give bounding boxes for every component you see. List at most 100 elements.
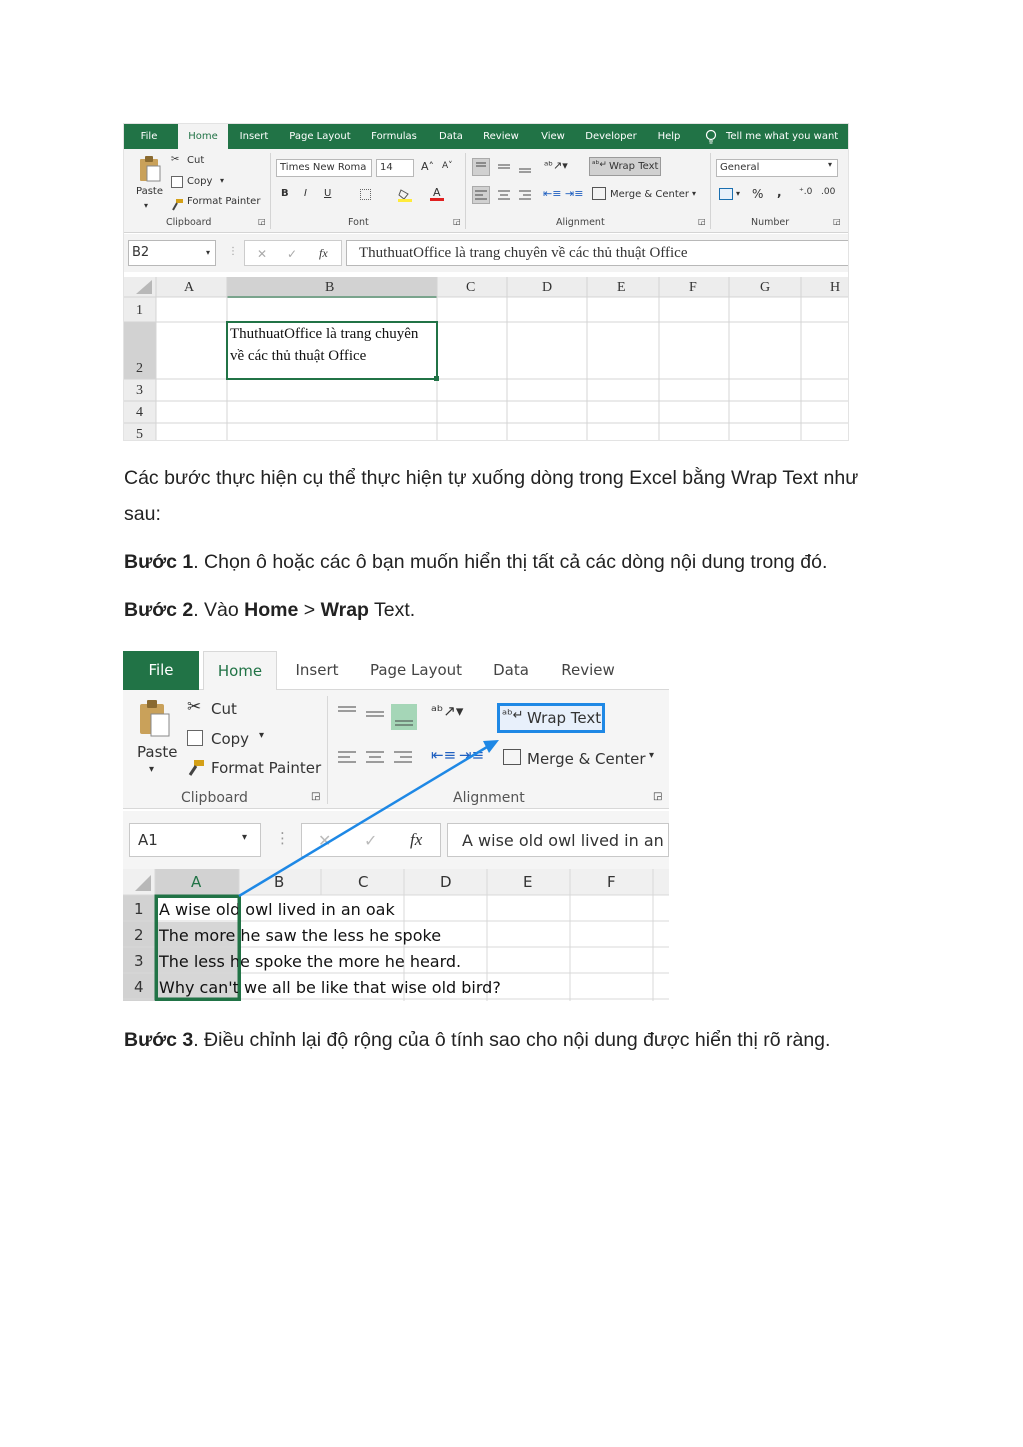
increase-font-icon[interactable]: A˄ <box>421 160 434 173</box>
bottom-align-icon[interactable] <box>516 158 534 176</box>
tab-page-layout[interactable]: Page Layout <box>363 651 469 690</box>
formula-input[interactable]: ThuthuatOffice là trang chuyên về các th… <box>346 240 848 266</box>
paste-dropdown-icon[interactable]: ▾ <box>144 201 148 210</box>
column-header-g[interactable]: G <box>760 280 770 296</box>
cut-button[interactable]: Cut <box>187 155 204 166</box>
copy-button[interactable]: Copy <box>187 176 212 187</box>
wrap-text-button[interactable]: ᵃᵇ↵ Wrap Text <box>589 157 661 176</box>
enter-icon[interactable]: ✓ <box>287 247 297 261</box>
tab-review[interactable]: Review <box>555 651 621 690</box>
tab-page-layout[interactable]: Page Layout <box>282 124 358 149</box>
name-box[interactable]: A1 ▾ <box>129 823 261 857</box>
middle-align-icon[interactable] <box>495 158 513 176</box>
column-header-e[interactable]: E <box>523 873 532 891</box>
align-left-icon[interactable] <box>335 746 359 770</box>
cancel-icon[interactable]: ✕ <box>318 831 331 850</box>
format-painter-button[interactable]: Format Painter <box>211 759 321 777</box>
accounting-format-icon[interactable] <box>719 188 733 200</box>
orientation-icon[interactable]: ᵃᵇ↗▾ <box>544 159 568 172</box>
tab-data[interactable]: Data <box>485 651 537 690</box>
fill-color-icon[interactable] <box>398 187 412 202</box>
font-color-icon[interactable]: A <box>430 186 444 201</box>
number-format-select[interactable]: General <box>716 159 838 177</box>
format-painter-button[interactable]: Format Painter <box>187 196 260 207</box>
cell-b2-line-1[interactable]: ThuthuatOffice là trang chuyên <box>230 326 418 343</box>
name-box[interactable]: B2 <box>128 240 216 266</box>
column-header-c[interactable]: C <box>466 280 475 296</box>
decrease-font-icon[interactable]: A˅ <box>442 161 453 171</box>
tab-data[interactable]: Data <box>428 124 474 149</box>
copy-button[interactable]: Copy <box>211 730 249 748</box>
number-format-dropdown-icon[interactable]: ▾ <box>828 160 832 169</box>
insert-function-icon[interactable]: fx <box>319 246 328 261</box>
row-header-3[interactable]: 3 <box>136 383 143 399</box>
increase-indent-icon[interactable]: ⇥≡ <box>459 746 484 764</box>
paste-button[interactable]: Paste <box>136 186 163 197</box>
tab-review[interactable]: Review <box>478 124 524 149</box>
decrease-decimal-icon[interactable]: .00 <box>821 187 835 197</box>
enter-icon[interactable]: ✓ <box>364 831 377 850</box>
row-header-4[interactable]: 4 <box>134 978 144 996</box>
column-header-a[interactable]: A <box>191 873 201 891</box>
font-size-select[interactable]: 14 <box>376 159 414 177</box>
tab-home[interactable]: Home <box>178 124 228 149</box>
tab-view[interactable]: View <box>529 124 577 149</box>
alignment-launcher-icon[interactable]: ◲ <box>698 217 706 226</box>
tab-formulas[interactable]: Formulas <box>364 124 424 149</box>
number-launcher-icon[interactable]: ◲ <box>833 217 841 226</box>
tell-me-search[interactable]: Tell me what you want to <box>726 124 848 167</box>
borders-icon[interactable] <box>360 189 371 200</box>
tab-help[interactable]: Help <box>648 124 690 149</box>
formula-input[interactable]: A wise old owl lived in an <box>447 823 669 857</box>
row-header-5[interactable]: 5 <box>136 427 143 440</box>
italic-button[interactable]: I <box>304 188 307 199</box>
copy-dropdown-icon[interactable]: ▾ <box>220 176 224 185</box>
row-header-2[interactable]: 2 <box>134 926 144 944</box>
align-right-icon[interactable] <box>516 186 534 204</box>
cancel-icon[interactable]: ✕ <box>257 247 267 261</box>
name-box-dropdown-icon[interactable]: ▾ <box>242 832 247 843</box>
increase-indent-icon[interactable]: ⇥≡ <box>565 187 583 200</box>
bottom-align-icon[interactable] <box>391 704 417 730</box>
copy-dropdown-icon[interactable]: ▾ <box>259 730 264 741</box>
align-center-icon[interactable] <box>495 186 513 204</box>
paste-button[interactable]: Paste <box>137 743 178 761</box>
tab-file[interactable]: File <box>124 124 174 149</box>
underline-button[interactable]: U <box>324 188 331 199</box>
tab-developer[interactable]: Developer <box>582 124 640 149</box>
tab-insert[interactable]: Insert <box>232 124 276 149</box>
font-name-select[interactable]: Times New Roma <box>276 159 372 177</box>
percent-style-button[interactable]: % <box>752 187 763 201</box>
middle-align-icon[interactable] <box>363 702 387 726</box>
font-launcher-icon[interactable]: ◲ <box>453 217 461 226</box>
row-header-3[interactable]: 3 <box>134 952 144 970</box>
comma-style-button[interactable]: , <box>777 185 782 199</box>
row-header-2[interactable]: 2 <box>136 361 143 377</box>
column-header-h[interactable]: H <box>830 280 840 296</box>
column-header-b[interactable]: B <box>325 280 334 296</box>
tab-home[interactable]: Home <box>203 651 277 691</box>
clipboard-launcher-icon[interactable]: ◲ <box>258 217 266 226</box>
merge-dropdown-icon[interactable]: ▾ <box>649 750 654 761</box>
paste-dropdown-icon[interactable]: ▾ <box>149 764 154 775</box>
cut-button[interactable]: Cut <box>211 700 237 718</box>
align-center-icon[interactable] <box>363 746 387 770</box>
decrease-indent-icon[interactable]: ⇤≡ <box>431 746 456 764</box>
top-align-icon[interactable] <box>335 702 359 726</box>
align-right-icon[interactable] <box>391 746 415 770</box>
clipboard-launcher-icon[interactable]: ◲ <box>311 791 320 802</box>
column-header-a[interactable]: A <box>184 280 194 296</box>
insert-function-icon[interactable]: fx <box>410 830 422 850</box>
top-align-icon[interactable] <box>472 158 490 176</box>
column-header-f[interactable]: F <box>689 280 697 296</box>
column-header-c[interactable]: C <box>358 873 368 891</box>
column-header-b[interactable]: B <box>274 873 284 891</box>
column-header-e[interactable]: E <box>617 280 626 296</box>
wrap-text-button[interactable]: ᵃᵇ↵ Wrap Text <box>497 703 605 733</box>
name-box-dropdown-icon[interactable]: ▾ <box>206 248 210 257</box>
align-left-icon[interactable] <box>472 186 490 204</box>
row-header-1[interactable]: 1 <box>134 900 144 918</box>
bold-button[interactable]: B <box>281 188 289 199</box>
row-header-1[interactable]: 1 <box>136 303 143 319</box>
alignment-launcher-icon[interactable]: ◲ <box>653 791 662 802</box>
